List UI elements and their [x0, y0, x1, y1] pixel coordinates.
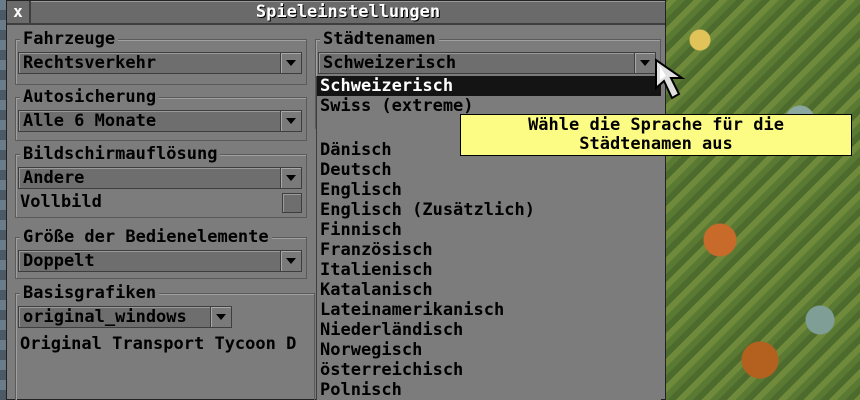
window-titlebar[interactable]: x Spieleinstellungen — [7, 1, 665, 25]
dropdown-option[interactable]: Polnisch — [317, 380, 661, 400]
chevron-down-icon[interactable] — [280, 53, 301, 73]
fullscreen-label: Vollbild — [20, 192, 102, 212]
dropdown-option[interactable]: Englisch — [317, 180, 661, 200]
tooltip-line-2: Städtenamen aus — [579, 134, 733, 154]
resolution-dropdown[interactable]: Andere — [18, 167, 302, 189]
base-graphics-description: Original Transport Tycoon D — [20, 334, 297, 354]
vehicles-label: Fahrzeuge — [20, 30, 119, 48]
chevron-down-icon[interactable] — [280, 111, 301, 131]
base-graphics-dropdown[interactable]: original_windows — [18, 306, 232, 328]
tooltip: Wähle die Sprache für die Städtenamen au… — [460, 114, 852, 156]
dropdown-option[interactable]: Lateinamerikanisch — [317, 300, 661, 320]
dropdown-option[interactable]: Italienisch — [317, 260, 661, 280]
dropdown-option-selected[interactable]: Schweizerisch — [317, 76, 661, 96]
chevron-down-icon[interactable] — [280, 168, 301, 188]
ui-size-label: Größe der Bedienelemente — [20, 228, 272, 246]
arrow-cursor-icon — [655, 58, 686, 100]
road-side-value: Rechtsverkehr — [23, 53, 157, 73]
chevron-down-icon[interactable] — [210, 307, 231, 327]
base-graphics-value: original_windows — [23, 307, 187, 327]
town-names-dropdown[interactable]: Schweizerisch — [318, 52, 656, 74]
ui-size-group: Größe der Bedienelemente Doppelt — [15, 228, 307, 279]
close-icon[interactable]: x — [7, 1, 31, 23]
dropdown-option[interactable]: Deutsch — [317, 160, 661, 180]
base-graphics-label: Basisgrafiken — [20, 284, 160, 302]
autosave-dropdown[interactable]: Alle 6 Monate — [18, 110, 302, 132]
autosave-value: Alle 6 Monate — [23, 111, 157, 131]
resolution-group: Bildschirmauflösung Andere Vollbild — [15, 145, 307, 218]
screen: x Spieleinstellungen Fahrzeuge Rechtsver… — [0, 0, 860, 400]
tooltip-line-1: Wähle die Sprache für die — [528, 115, 784, 135]
resolution-label: Bildschirmauflösung — [20, 145, 221, 163]
dropdown-option[interactable]: Norwegisch — [317, 340, 661, 360]
dropdown-option[interactable]: Katalanisch — [317, 280, 661, 300]
autosave-label: Autosicherung — [20, 88, 160, 106]
dropdown-option[interactable]: österreichisch — [317, 360, 661, 380]
chevron-down-icon[interactable] — [634, 53, 655, 73]
dropdown-option[interactable]: Finnisch — [317, 220, 661, 240]
dropdown-option[interactable]: Swiss (extreme) — [317, 96, 661, 116]
chevron-down-icon[interactable] — [280, 251, 301, 271]
vehicles-group: Fahrzeuge Rechtsverkehr — [15, 30, 307, 85]
road-side-dropdown[interactable]: Rechtsverkehr — [18, 52, 302, 74]
town-names-value: Schweizerisch — [323, 53, 457, 73]
ui-size-dropdown[interactable]: Doppelt — [18, 250, 302, 272]
fullscreen-checkbox[interactable] — [282, 193, 302, 213]
dropdown-option[interactable]: Englisch (Zusätzlich) — [317, 200, 661, 220]
base-graphics-group: Basisgrafiken original_windows Original … — [15, 284, 315, 400]
window-title: Spieleinstellungen — [255, 2, 441, 22]
autosave-group: Autosicherung Alle 6 Monate — [15, 88, 307, 141]
town-names-label: Städtenamen — [320, 30, 439, 48]
resolution-value: Andere — [23, 168, 85, 188]
dropdown-option[interactable]: Französisch — [317, 240, 661, 260]
dropdown-option[interactable]: Niederländisch — [317, 320, 661, 340]
ui-size-value: Doppelt — [23, 251, 95, 271]
